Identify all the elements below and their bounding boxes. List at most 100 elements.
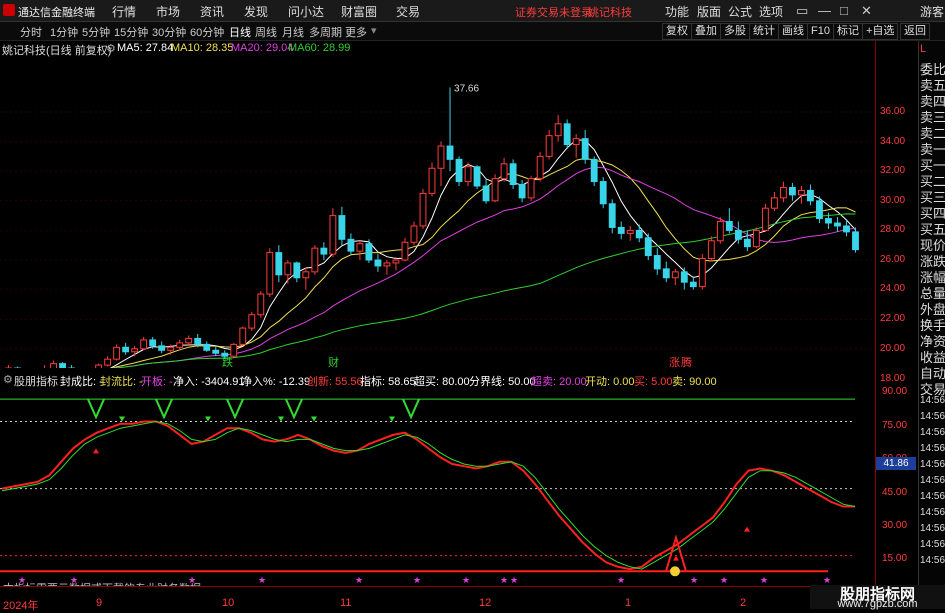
login-notice[interactable]: 证券交易未登录 xyxy=(515,4,592,20)
overlay-button[interactable]: 叠加 xyxy=(691,23,721,40)
candle xyxy=(329,208,337,258)
candle xyxy=(599,177,607,209)
menu-market-quotes[interactable]: 行情 xyxy=(112,3,136,20)
menu-options[interactable]: 选项 xyxy=(759,3,783,20)
statistics-button[interactable]: 统计 xyxy=(749,23,779,40)
period-15min[interactable]: 15分钟 xyxy=(114,24,148,40)
side-panel-item[interactable]: 14:56 xyxy=(920,491,945,502)
mark-button[interactable]: 标记 xyxy=(833,23,863,40)
maximize-icon[interactable]: □ xyxy=(840,3,848,18)
date-axis xyxy=(0,586,945,610)
candle xyxy=(779,181,787,203)
event-marker[interactable]: 涨 xyxy=(669,356,680,368)
menu-market[interactable]: 市场 xyxy=(156,3,180,20)
date-label: 11 xyxy=(340,597,352,609)
candle xyxy=(131,345,139,357)
event-marker[interactable]: 腾 xyxy=(681,355,692,368)
watermark: 股朋指标网 www.7gpzb.com xyxy=(810,585,945,610)
multi-stock-button[interactable]: 多股 xyxy=(720,23,750,40)
menu-function[interactable]: 功能 xyxy=(665,3,689,20)
side-panel-item[interactable]: 14:56 xyxy=(920,555,945,566)
star-marker-icon: ★ xyxy=(823,575,831,585)
candle xyxy=(302,267,310,290)
side-panel-item[interactable]: 14:56 xyxy=(920,523,945,534)
candle xyxy=(140,336,148,351)
sell-signal-icon xyxy=(155,398,173,420)
period-weekly[interactable]: 周线 xyxy=(255,24,277,40)
candle xyxy=(473,165,481,189)
menu-layout[interactable]: 版面 xyxy=(697,3,721,20)
quote-side-panel: L 委比 卖五 卖四 卖三 卖二 卖一 买一 买二 买三 买四 买五 现价 涨跌 涨幅 总量 外盘 换手 净资 收益自… xyxy=(918,41,945,585)
guest-user[interactable]: 游客 xyxy=(920,3,944,20)
current-stock-name: 姚记科技 xyxy=(588,7,632,19)
f10-button[interactable]: F10 xyxy=(807,23,834,40)
menu-discover[interactable]: 发现 xyxy=(244,3,268,20)
side-panel-item[interactable]: 14:56 xyxy=(920,539,945,550)
candle xyxy=(5,365,12,368)
side-panel-item[interactable]: 14:56 xyxy=(920,443,945,454)
close-icon[interactable]: ✕ xyxy=(861,3,872,19)
period-daily[interactable]: 日线 xyxy=(229,24,251,40)
draw-line-button[interactable]: 画线 xyxy=(778,23,808,40)
candle xyxy=(455,156,463,186)
up-arrow-icon xyxy=(673,555,679,561)
candle xyxy=(671,268,679,286)
indicator-chart[interactable]: ★ ★ ★ ★ ★ ★ ★ ★ ★ ★ ★ ★ ★ ★ xyxy=(0,370,875,585)
menu-ask[interactable]: 问小达 xyxy=(288,3,324,20)
side-panel-item[interactable]: L xyxy=(920,43,945,55)
candle xyxy=(446,87,454,172)
add-favorite-button[interactable]: +自选 xyxy=(862,23,899,40)
side-panel-item[interactable]: 14:56 xyxy=(920,459,945,470)
side-panel-item[interactable]: 14:56 xyxy=(920,475,945,486)
side-panel-item[interactable]: 14:56 xyxy=(920,411,945,422)
candle xyxy=(113,344,121,361)
minimize-icon[interactable]: — xyxy=(818,3,831,18)
dropdown-arrow-icon[interactable]: ▾ xyxy=(371,24,377,37)
candle xyxy=(798,186,805,204)
period-1min[interactable]: 1分钟 xyxy=(50,24,78,40)
period-30min[interactable]: 30分钟 xyxy=(152,24,186,40)
candlestick-chart[interactable]: 37.6617.59跌财涨腾 xyxy=(0,41,875,368)
period-60min[interactable]: 60分钟 xyxy=(190,24,224,40)
candle xyxy=(230,342,238,358)
back-button[interactable]: 返回 xyxy=(900,23,930,40)
candle xyxy=(374,254,382,272)
menu-trade[interactable]: 交易 xyxy=(396,3,420,20)
event-marker[interactable]: 跌 xyxy=(222,355,233,368)
ind-tick: 15.00 xyxy=(882,553,908,564)
candle xyxy=(500,157,508,182)
period-5min[interactable]: 5分钟 xyxy=(82,24,110,40)
down-arrow-icon xyxy=(311,416,317,422)
period-multi[interactable]: 多周期 xyxy=(309,24,342,40)
price-tick: 30.00 xyxy=(880,195,906,206)
candle xyxy=(44,365,46,368)
side-panel-item[interactable]: 14:56 xyxy=(920,507,945,518)
candle xyxy=(266,248,274,297)
star-marker-icon: ★ xyxy=(510,575,518,585)
side-panel-item[interactable]: 14:56 xyxy=(920,395,945,406)
period-tick[interactable]: 分时 xyxy=(20,24,42,40)
current-indicator-value: 41.86 xyxy=(876,457,916,470)
side-panel-item[interactable]: 14:56 xyxy=(920,427,945,438)
restore-icon[interactable]: ▭ xyxy=(796,3,808,19)
candle xyxy=(518,180,526,203)
candle xyxy=(158,341,166,354)
app-logo-icon xyxy=(3,4,15,16)
down-arrow-icon xyxy=(278,416,284,422)
buy-spike-icon xyxy=(665,534,687,572)
star-marker-icon: ★ xyxy=(258,575,266,585)
menu-wealth-circle[interactable]: 财富圈 xyxy=(341,3,377,20)
menu-news[interactable]: 资讯 xyxy=(200,3,224,20)
menu-formula[interactable]: 公式 xyxy=(728,3,752,20)
ma20-line xyxy=(8,166,856,368)
adjust-button[interactable]: 复权 xyxy=(662,23,692,40)
candle xyxy=(527,175,535,201)
candle xyxy=(581,129,589,164)
period-monthly[interactable]: 月线 xyxy=(282,24,304,40)
period-more[interactable]: 更多 xyxy=(345,24,367,40)
candle xyxy=(14,366,21,368)
candle xyxy=(698,254,706,290)
event-marker[interactable]: 财 xyxy=(328,355,339,368)
candle xyxy=(653,248,661,275)
date-label: 12 xyxy=(479,597,492,609)
